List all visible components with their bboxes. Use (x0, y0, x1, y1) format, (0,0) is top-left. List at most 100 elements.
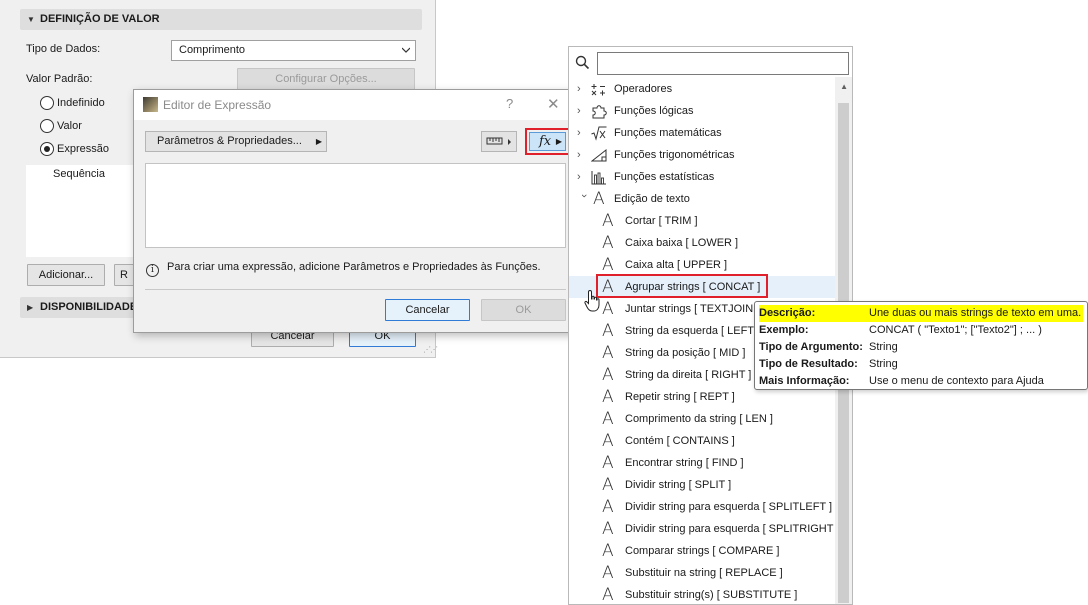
category-operators[interactable]: › Operadores (569, 78, 835, 100)
dialog-ok-button[interactable]: OK (481, 299, 566, 321)
function-label: Encontrar string [ FIND ] (625, 457, 744, 469)
text-a-icon: A (602, 431, 614, 451)
text-a-icon: A (602, 563, 614, 583)
units-button[interactable] (481, 131, 517, 152)
expression-textarea[interactable] (145, 163, 566, 248)
radio-expression-label: Expressão (57, 143, 109, 155)
resize-grip-icon[interactable]: ⋰⋰ (423, 345, 438, 354)
list-item[interactable]: Sequência (53, 168, 105, 180)
function-label: Dividir string para esquerda [ SPLITLEFT… (625, 501, 833, 513)
chevron-right-icon: › (577, 127, 581, 139)
tooltip-value: String (869, 341, 898, 353)
radio-value[interactable] (40, 119, 54, 133)
function-label: Cortar [ TRIM ] (625, 215, 698, 227)
data-type-label: Tipo de Dados: (26, 43, 101, 55)
expression-list[interactable]: Sequência (26, 165, 138, 257)
function-item-split[interactable]: A Dividir string [ SPLIT ] (569, 474, 835, 496)
category-math[interactable]: › Funções matemáticas (569, 122, 835, 144)
function-label: Contém [ CONTAINS ] (625, 435, 735, 447)
function-item-splitleft[interactable]: A Dividir string para esquerda [ SPLITLEF… (569, 496, 835, 518)
fx-highlight-box: fx ▶ (525, 128, 570, 155)
default-value-label: Valor Padrão: (26, 73, 93, 85)
data-type-value: Comprimento (179, 44, 246, 56)
section-value-definition[interactable]: ▼ DEFINIÇÃO DE VALOR (20, 9, 422, 30)
function-item-compare[interactable]: A Comparar strings [ COMPARE ] (569, 540, 835, 562)
hand-cursor-icon (584, 289, 600, 312)
function-item-trim[interactable]: A Cortar [ TRIM ] (569, 210, 835, 232)
expression-editor-dialog: Editor de Expressão ? ✕ Parâmetros & Pro… (133, 89, 576, 333)
functions-button[interactable]: fx ▶ (529, 132, 566, 151)
function-label: Caixa baixa [ LOWER ] (625, 237, 739, 249)
text-a-icon: A (602, 299, 614, 319)
close-button[interactable]: ✕ (547, 95, 560, 113)
text-a-icon: A (602, 365, 614, 385)
tooltip-key: Exemplo: (759, 324, 809, 336)
configure-options-button[interactable]: Configurar Opções... (237, 68, 415, 90)
ruler-icon (486, 137, 511, 145)
category-label: Funções estatísticas (614, 171, 715, 183)
fx-icon: fx (539, 134, 552, 149)
dialog-title: Editor de Expressão (163, 98, 272, 112)
submenu-arrow-icon: ▶ (315, 137, 322, 146)
category-label: Funções matemáticas (614, 127, 722, 139)
parameters-properties-button[interactable]: Parâmetros & Propriedades... ▶ (145, 131, 327, 152)
tooltip-value: Une duas ou mais strings de texto em uma… (869, 307, 1082, 319)
function-label: String da esquerda [ LEFT ] (625, 325, 760, 337)
function-label: Substituir na string [ REPLACE ] (625, 567, 783, 579)
function-item-find[interactable]: A Encontrar string [ FIND ] (569, 452, 835, 474)
text-a-icon: A (602, 519, 614, 539)
tooltip-value: Use o menu de contexto para Ajuda (869, 375, 1044, 387)
text-a-icon: A (602, 453, 614, 473)
data-type-select[interactable]: Comprimento (171, 40, 416, 61)
function-item-len[interactable]: A Comprimento da string [ LEN ] (569, 408, 835, 430)
radio-value-label: Valor (57, 120, 82, 132)
function-label: Caixa alta [ UPPER ] (625, 259, 728, 271)
function-label: String da direita [ RIGHT ] (625, 369, 752, 381)
radio-undefined[interactable] (40, 96, 54, 110)
text-a-icon: A (602, 409, 614, 429)
radio-expression[interactable] (40, 142, 54, 156)
category-trig[interactable]: › Funções trigonométricas (569, 144, 835, 166)
function-item-replace[interactable]: A Substituir na string [ REPLACE ] (569, 562, 835, 584)
dialog-title-bar[interactable]: Editor de Expressão ? ✕ (134, 90, 575, 120)
concat-highlight-box (596, 274, 768, 298)
tooltip-key: Tipo de Resultado: (759, 358, 858, 370)
tooltip-description-row: Descrição: Une duas ou mais strings de t… (759, 305, 1083, 322)
function-item-upper[interactable]: A Caixa alta [ UPPER ] (569, 254, 835, 276)
category-stats[interactable]: › Funções estatísticas (569, 166, 835, 188)
chevron-down-icon (402, 47, 410, 53)
scroll-up-arrow-icon[interactable]: ▲ (840, 82, 848, 91)
function-search-input[interactable] (597, 52, 849, 75)
text-a-icon: A (602, 211, 614, 231)
tooltip-value: CONCAT ( "Texto1"; ["Texto2"] ; ... ) (869, 324, 1042, 336)
search-icon (575, 55, 590, 70)
function-item-contains[interactable]: A Contém [ CONTAINS ] (569, 430, 835, 452)
help-button[interactable]: ? (506, 96, 513, 111)
tooltip-value: String (869, 358, 898, 370)
text-a-icon: A (602, 233, 614, 253)
category-label: Operadores (614, 83, 673, 95)
text-a-icon: A (602, 343, 614, 363)
function-label: String da posição [ MID ] (625, 347, 746, 359)
section-title: DISPONIBILIDADE (40, 301, 138, 313)
text-a-icon: A (602, 387, 614, 407)
category-text-editing[interactable]: › A Edição de texto (569, 188, 835, 210)
category-label: Edição de texto (614, 193, 690, 205)
function-item-splitright[interactable]: A Dividir string para esquerda [ SPLITRIG… (569, 518, 839, 540)
tooltip-key: Tipo de Argumento: (759, 341, 863, 353)
puzzle-icon (592, 105, 607, 119)
function-item-lower[interactable]: A Caixa baixa [ LOWER ] (569, 232, 835, 254)
sqrt-x-icon (591, 126, 607, 141)
add-button[interactable]: Adicionar... (27, 264, 105, 286)
function-item-substitute[interactable]: A Substituir string(s) [ SUBSTITUTE ] (569, 584, 835, 604)
secondary-button[interactable]: R (114, 264, 134, 286)
tooltip-key: Descrição: (759, 307, 816, 319)
chevron-right-icon: › (577, 149, 581, 161)
function-label: Comprimento da string [ LEN ] (625, 413, 773, 425)
chevron-right-icon: › (577, 83, 581, 95)
info-message: i Para criar uma expressão, adicione Parâ… (146, 261, 541, 277)
dialog-cancel-button[interactable]: Cancelar (385, 299, 470, 321)
operators-icon (591, 84, 605, 96)
category-logical[interactable]: › Funções lógicas (569, 100, 835, 122)
chevron-down-icon: › (578, 194, 590, 198)
